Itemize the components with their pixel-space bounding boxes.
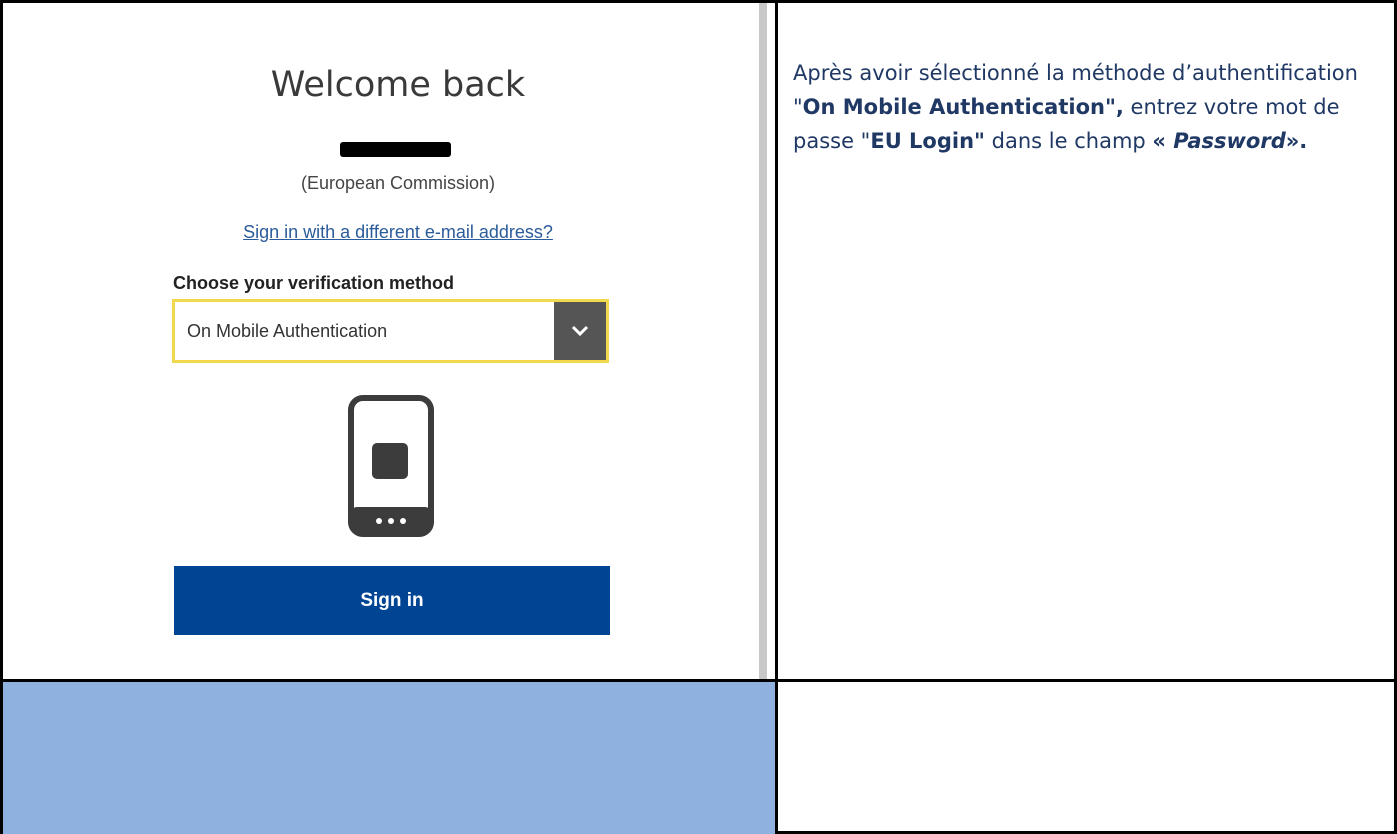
verification-method-label: Choose your verification method (173, 273, 455, 293)
instruction-text: Après avoir sélectionné la méthode d’aut… (793, 56, 1383, 158)
instruction-part3: dans le champ (984, 129, 1153, 153)
field-quote-close: ». (1285, 129, 1308, 153)
redacted-username (340, 142, 451, 157)
password-field-name: Password (1173, 129, 1286, 153)
sign-in-button[interactable]: Sign in (174, 566, 610, 635)
scrollbar[interactable] (759, 3, 767, 679)
mobile-phone-icon (348, 395, 434, 542)
verification-method-select[interactable]: On Mobile Authentication (172, 299, 609, 363)
field-quote-open: « (1152, 129, 1174, 153)
empty-shaded-cell (3, 682, 775, 834)
login-name: EU Login" (870, 129, 985, 153)
selected-method: On Mobile Authentication (187, 321, 388, 341)
organization-label: (European Commission) (300, 173, 496, 193)
login-screenshot: Welcome back (European Commission) Sign … (3, 3, 775, 679)
table-column-divider (775, 0, 778, 834)
different-email-link[interactable]: Sign in with a different e-mail address? (183, 222, 613, 243)
chevron-down-icon[interactable] (554, 302, 606, 360)
page-title: Welcome back (270, 65, 526, 105)
method-name: On Mobile Authentication", (802, 95, 1124, 119)
